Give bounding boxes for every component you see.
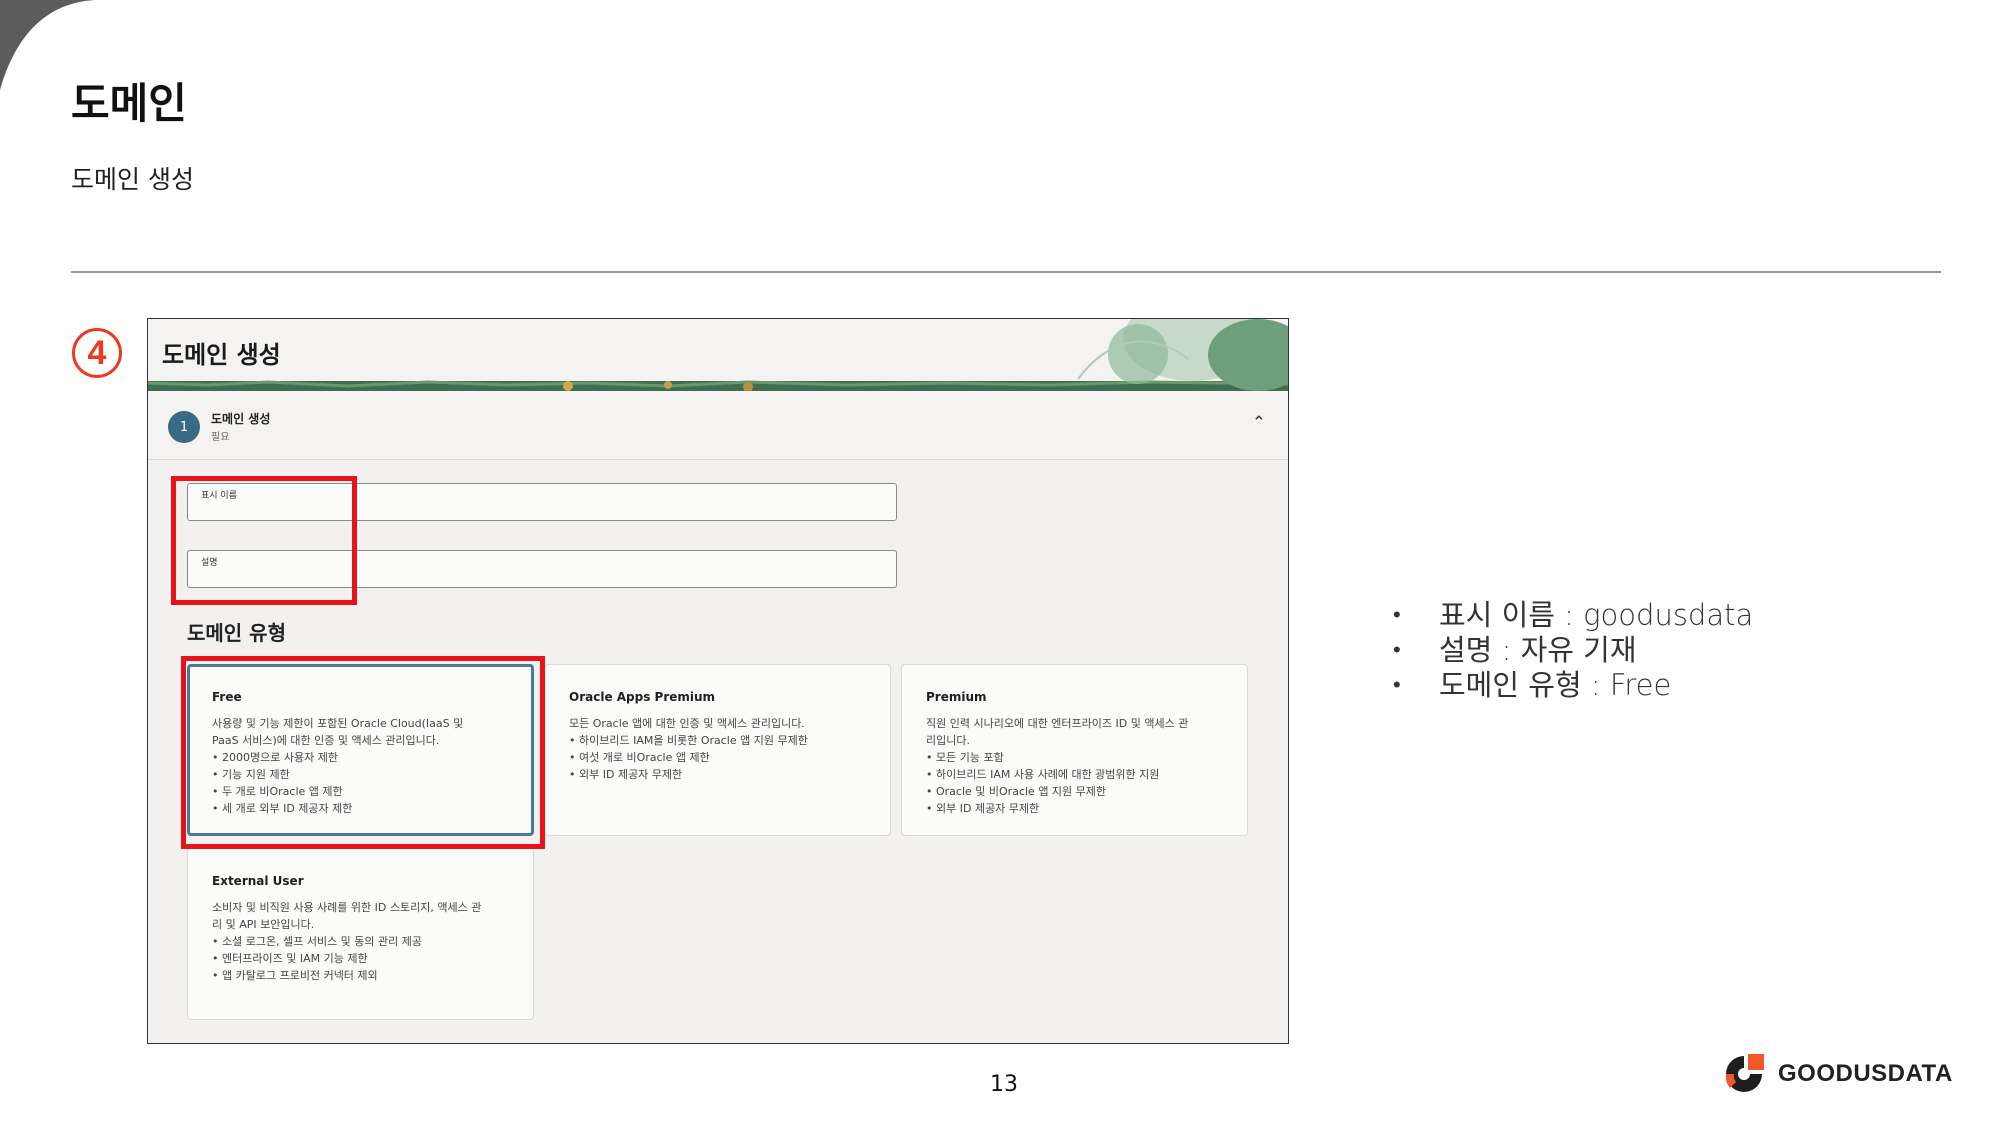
card-description: 모든 Oracle 앱에 대한 인증 및 액세스 관리입니다. [569,717,805,730]
instruction-item: 설명 : 자유 기재 [1383,633,1753,668]
company-logo: GOODUSDATA [1720,1050,1953,1098]
card-feature: 외부 ID 제공자 무제한 [926,800,1223,817]
card-feature: 소셜 로그온, 셀프 서비스 및 동의 관리 제공 [212,933,509,950]
card-feature: 여섯 개로 비Oracle 앱 제한 [569,749,866,766]
slide-title: 도메인 [71,79,187,128]
card-feature: 하이브리드 IAM을 비롯한 Oracle 앱 지원 무제한 [569,732,866,749]
card-title: Oracle Apps Premium [569,690,716,704]
logo-text: GOODUSDATA [1778,1060,1953,1087]
card-feature: Oracle 및 비Oracle 앱 지원 무제한 [926,783,1223,800]
step-number-badge: 1 [168,411,200,443]
card-feature: 앱 카탈로그 프로비전 커넥터 제외 [212,967,509,984]
divider [71,271,1941,273]
card-features: 소셜 로그온, 셀프 서비스 및 동의 관리 제공 엔터프라이즈 및 IAM 기… [212,933,509,984]
goodusdata-logo-icon [1725,1054,1764,1092]
card-features: 모든 기능 포함 하이브리드 IAM 사용 사례에 대한 광범위한 지원 Ora… [926,749,1223,817]
page-number: 13 [990,1072,1018,1097]
highlight-box-free-card [181,656,545,849]
domain-type-title: 도메인 유형 [187,621,286,645]
slide-subtitle: 도메인 생성 [71,165,194,194]
card-description: 직원 인력 시나리오에 대한 엔터프라이즈 ID 및 액세스 관 리입니다. [926,717,1189,747]
domain-type-card-premium[interactable]: Premium 직원 인력 시나리오에 대한 엔터프라이즈 ID 및 액세스 관… [901,664,1248,836]
header-banner-art [148,319,1288,391]
instruction-item: 표시 이름 : goodusdata [1383,598,1753,633]
card-feature: 외부 ID 제공자 무제한 [569,766,866,783]
instruction-item: 도메인 유형 : Free [1383,668,1753,703]
step-required-label: 필요 [211,432,230,443]
instruction-list: 표시 이름 : goodusdata 설명 : 자유 기재 도메인 유형 : F… [1383,598,1753,703]
card-title: External User [212,874,304,888]
domain-type-card-external-user[interactable]: External User 소비자 및 비직원 사용 사례를 위한 ID 스토리… [187,848,534,1020]
highlight-box-fields [171,476,357,605]
page-header: 도메인 생성 [148,319,1288,391]
page-title: 도메인 생성 [162,341,281,369]
chevron-up-icon[interactable]: ⌃ [1252,413,1266,433]
card-feature: 하이브리드 IAM 사용 사례에 대한 광범위한 지원 [926,766,1223,783]
card-feature: 엔터프라이즈 및 IAM 기능 제한 [212,950,509,967]
card-feature: 모든 기능 포함 [926,749,1223,766]
card-description: 소비자 및 비직원 사용 사례를 위한 ID 스토리지, 액세스 관 리 및 A… [212,901,482,931]
step-marker: 4 [72,328,122,378]
domain-type-card-oracle-apps-premium[interactable]: Oracle Apps Premium 모든 Oracle 앱에 대한 인증 및… [544,664,891,836]
step-section-header[interactable]: 1 도메인 생성 필요 ⌃ [148,391,1288,460]
step-title: 도메인 생성 [211,412,271,426]
card-features: 하이브리드 IAM을 비롯한 Oracle 앱 지원 무제한 여섯 개로 비Or… [569,732,866,783]
card-title: Premium [926,690,987,704]
